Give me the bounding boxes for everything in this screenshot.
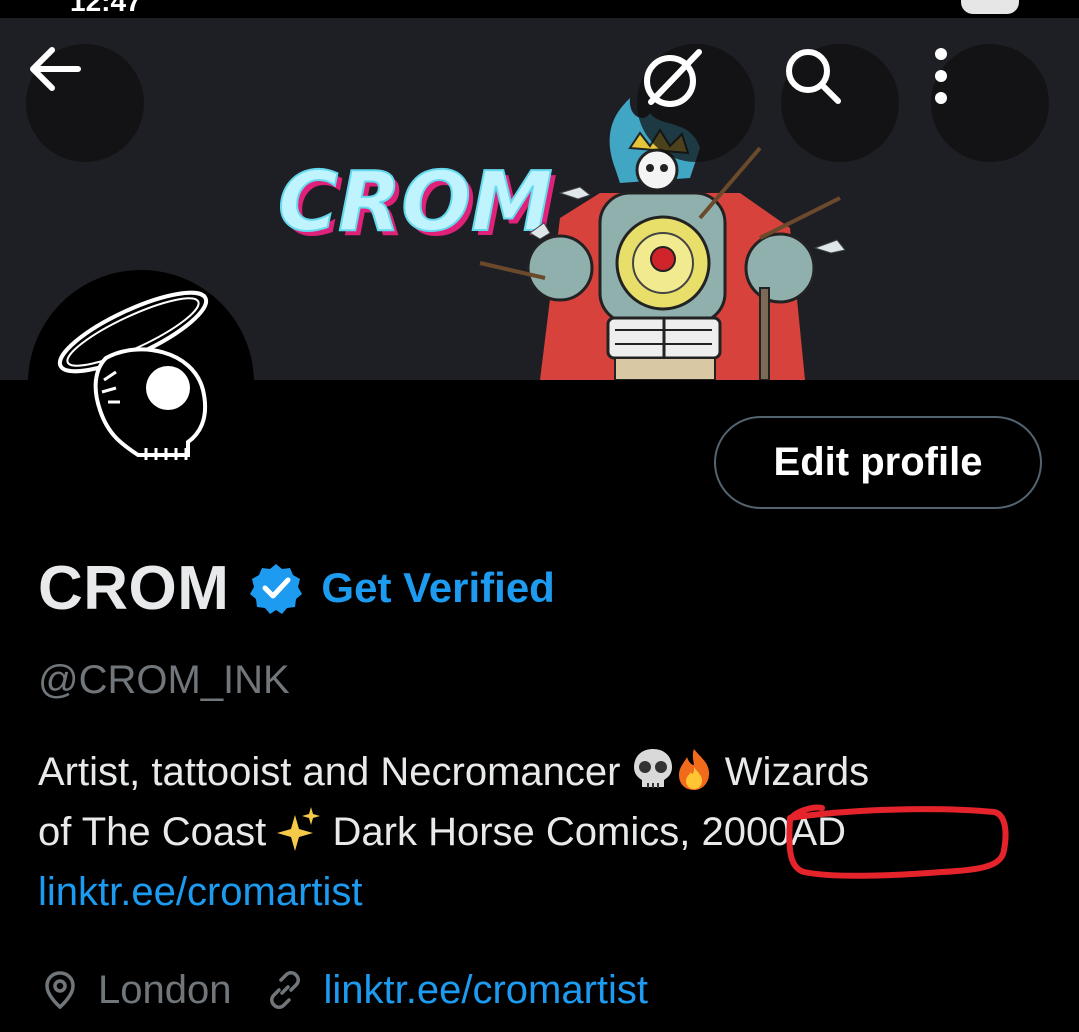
more-vertical-icon: [935, 48, 947, 104]
back-button[interactable]: [26, 44, 144, 162]
profile-avatar[interactable]: [28, 270, 254, 496]
location-text: London: [98, 967, 232, 1012]
back-arrow-icon: [30, 47, 81, 91]
display-name: CROM: [38, 553, 230, 623]
get-verified-link[interactable]: Get Verified: [321, 564, 554, 612]
sparkles-emoji-icon: [277, 807, 321, 851]
profile-name-row: CROM Get Verified: [38, 548, 555, 628]
grok-icon: [644, 49, 702, 107]
grok-button[interactable]: [637, 44, 755, 162]
edit-profile-button[interactable]: Edit profile: [714, 416, 1042, 509]
profile-meta-row: London linktr.ee/cromartist: [40, 960, 648, 1020]
search-button[interactable]: [781, 44, 899, 162]
bio-text-2b: Dark Horse Comics,: [321, 810, 702, 854]
search-icon: [786, 49, 841, 104]
link-icon: [270, 971, 301, 1009]
bio-highlight-2000ad: 2000AD: [701, 810, 847, 854]
bio-link[interactable]: linktr.ee/cromartist: [38, 870, 363, 914]
bio-text-2: of The Coast: [38, 810, 278, 854]
bio-text-1: Artist, tattooist and Necromancer: [38, 750, 632, 794]
skull-avatar-image: [57, 290, 209, 460]
profile-handle: @CROM_INK: [38, 658, 290, 702]
fire-emoji-icon: [678, 749, 709, 790]
bio-text-1b: Wizards: [713, 750, 870, 794]
location-pin-icon: [45, 971, 75, 1010]
skull-emoji-icon: [633, 749, 672, 788]
status-bar: 12:47: [0, 0, 1079, 18]
status-time: 12:47: [70, 0, 142, 17]
profile-bio: Artist, tattooist and Necromancer Wizard…: [38, 742, 1048, 922]
banner-logo-text: CROM: [278, 155, 553, 250]
battery-icon: [961, 0, 1019, 14]
verified-badge-icon[interactable]: [249, 561, 303, 615]
more-button[interactable]: [931, 44, 1049, 162]
website-link[interactable]: linktr.ee/cromartist: [323, 968, 648, 1013]
